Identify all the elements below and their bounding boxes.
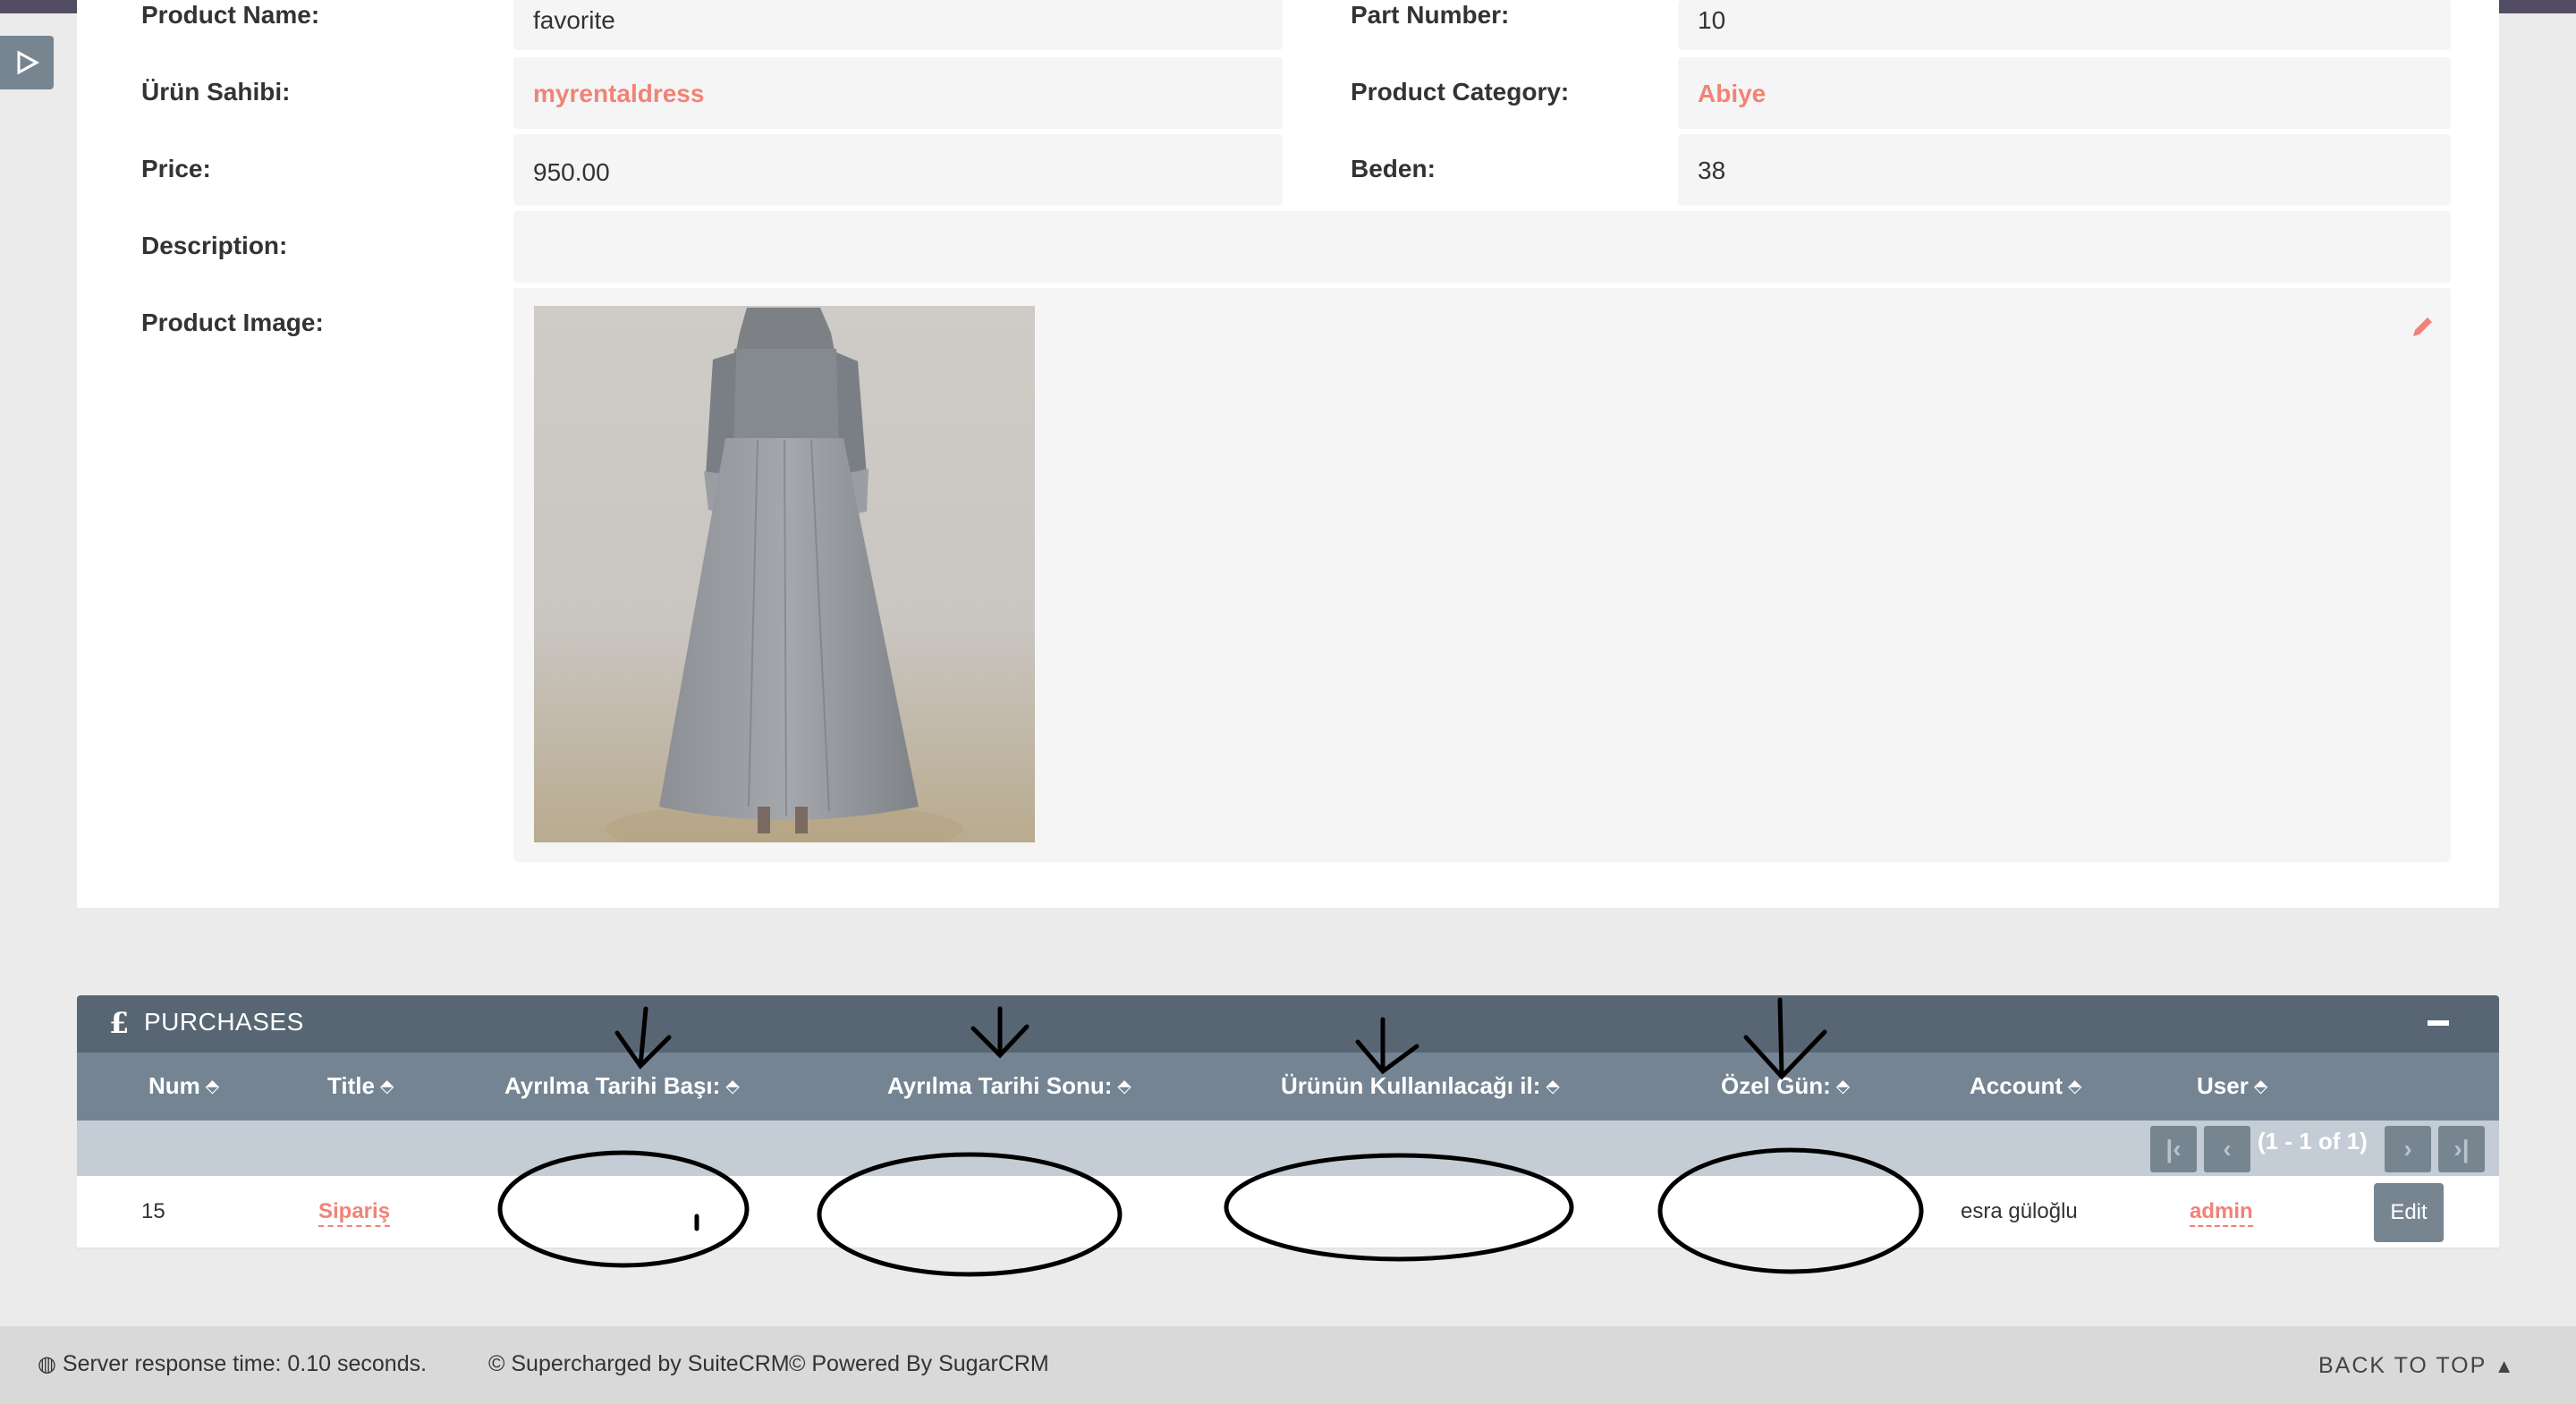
owner-label: Ürün Sahibi:: [141, 78, 291, 106]
server-response-time: ◍ Server response time: 0.10 seconds.: [38, 1351, 428, 1376]
table-row: 15 Sipariş esra güloğlu admin Edit: [77, 1176, 2499, 1249]
description-label: Description:: [141, 232, 288, 259]
column-header-end-date[interactable]: Ayrılma Tarihi Sonu: ⬘: [887, 1072, 1131, 1100]
back-to-top-link[interactable]: BACK TO TOP ▲: [2318, 1353, 2516, 1379]
size-label: Beden:: [1351, 155, 1436, 182]
cell-title-link[interactable]: Sipariş: [318, 1199, 391, 1227]
product-image: [534, 306, 1035, 842]
column-header-city[interactable]: Ürünün Kullanılacağı il: ⬘: [1281, 1072, 1560, 1100]
cell-num: 15: [141, 1199, 165, 1223]
product-name-label: Product Name:: [141, 1, 320, 29]
product-image-label: Product Image:: [141, 309, 324, 336]
description-field: [513, 211, 2451, 283]
purchases-column-headers: Num ⬘ Title ⬘ Ayrılma Tarihi Başı: ⬘ Ayrılm…: [77, 1053, 2499, 1121]
purchases-subpanel-header[interactable]: £ PURCHASES: [77, 995, 2499, 1053]
sidebar-toggle-button[interactable]: [0, 36, 54, 89]
sort-icon: ⬘: [1835, 1077, 1851, 1096]
owner-link[interactable]: myrentaldress: [533, 79, 704, 109]
sort-icon: ⬘: [725, 1077, 740, 1096]
size-field: 38: [1678, 134, 2451, 206]
detail-panel: Product Name: favorite Part Number: 10 Ü…: [77, 0, 2499, 908]
category-link[interactable]: Abiye: [1698, 79, 1766, 109]
sort-icon: ⬘: [1117, 1077, 1131, 1096]
purchases-title: PURCHASES: [144, 1008, 304, 1036]
caret-up-icon: ▲: [2494, 1355, 2516, 1377]
price-field: 950.00: [513, 134, 1283, 206]
column-header-title[interactable]: Title ⬘: [327, 1072, 394, 1100]
next-page-button[interactable]: ›: [2385, 1126, 2431, 1172]
category-label: Product Category:: [1351, 78, 1570, 106]
part-number-field: 10: [1678, 0, 2451, 50]
part-number-label: Part Number:: [1351, 1, 1510, 29]
sort-icon: ⬘: [2253, 1077, 2268, 1096]
price-label: Price:: [141, 155, 211, 182]
edit-pencil-icon[interactable]: [2410, 313, 2436, 340]
product-name-value: favorite: [533, 6, 615, 34]
owner-field: myrentaldress: [513, 57, 1283, 129]
collapse-icon[interactable]: [2428, 1020, 2449, 1026]
pound-icon: £: [109, 1006, 130, 1040]
part-number-value: 10: [1698, 6, 1726, 34]
supercharged-link[interactable]: © Supercharged by SuiteCRM: [488, 1351, 790, 1377]
edit-button[interactable]: Edit: [2374, 1183, 2444, 1242]
previous-page-button[interactable]: ‹: [2204, 1126, 2250, 1172]
column-header-special-day[interactable]: Özel Gün: ⬘: [1721, 1072, 1850, 1100]
sort-icon: ⬘: [379, 1077, 394, 1096]
cell-account: esra güloğlu: [1961, 1199, 2078, 1223]
category-field: Abiye: [1678, 57, 2451, 129]
column-header-num[interactable]: Num ⬘: [148, 1072, 219, 1100]
sort-icon: ⬘: [2068, 1077, 2082, 1096]
cell-user-link[interactable]: admin: [2190, 1199, 2253, 1227]
footer: ◍ Server response time: 0.10 seconds. © …: [0, 1326, 2576, 1404]
pagination-count: (1 - 1 of 1): [2258, 1128, 2368, 1154]
column-header-account[interactable]: Account ⬘: [1970, 1072, 2081, 1100]
size-value: 38: [1698, 156, 1726, 184]
price-value: 950.00: [533, 158, 610, 186]
product-name-field: favorite: [513, 0, 1283, 50]
pagination-bar: |‹ ‹ (1 - 1 of 1) › ›|: [77, 1121, 2499, 1176]
column-header-user[interactable]: User ⬘: [2197, 1072, 2267, 1100]
first-page-button[interactable]: |‹: [2150, 1126, 2197, 1172]
powered-by-link[interactable]: © Powered By SugarCRM: [789, 1351, 1049, 1377]
globe-icon: ◍: [38, 1352, 56, 1376]
last-page-button[interactable]: ›|: [2438, 1126, 2485, 1172]
sort-icon: ⬘: [205, 1077, 220, 1096]
sort-icon: ⬘: [1546, 1077, 1560, 1096]
play-icon: [17, 50, 40, 75]
column-header-start-date[interactable]: Ayrılma Tarihi Başı: ⬘: [504, 1072, 740, 1100]
